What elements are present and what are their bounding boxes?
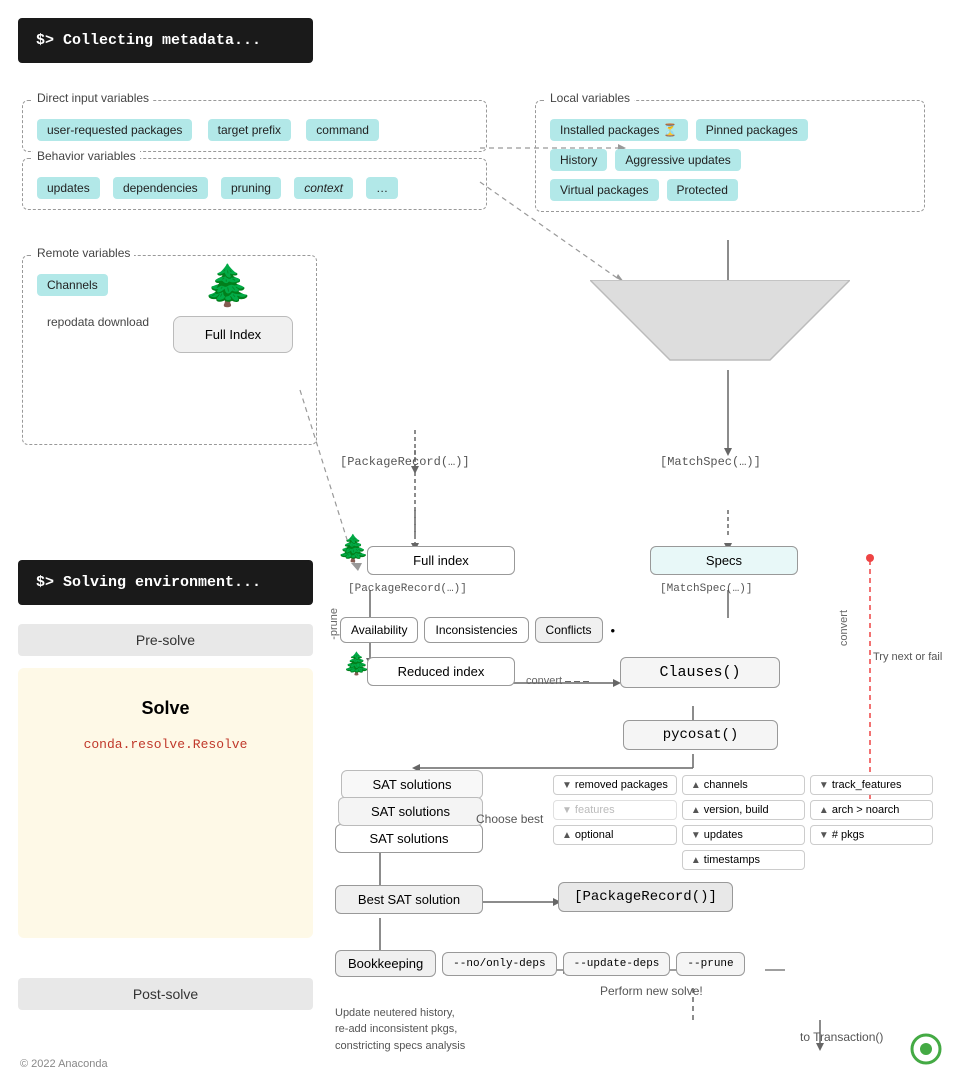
package-record-final-box: [PackageRecord()] [558,882,733,912]
chip-pruning: pruning [221,177,281,199]
sort-features[interactable]: ▼ features [553,800,677,820]
terminal-2: $> Solving environment... [18,560,313,605]
chip-virtual: Virtual packages [550,179,659,201]
funnel [590,280,850,380]
solve-code: conda.resolve.Resolve [38,737,293,752]
availability-box: Availability [340,617,418,643]
sort-channels[interactable]: ▲ channels [682,775,805,795]
try-next-label: Try next or fail [873,650,942,665]
tree-icon-remote: 🌲 [203,266,253,306]
chip-user-packages: user-requested packages [37,119,192,141]
inconsistencies-box: Inconsistencies [424,617,528,643]
pre-solve-box: Pre-solve [18,624,313,656]
remote-vars-label: Remote variables [33,246,134,260]
clauses-flow: Clauses() [620,657,780,688]
package-record-2: [PackageRecord(…)] [348,583,467,595]
chip-target-prefix: target prefix [208,119,291,141]
conflicts-dot: • [611,617,616,643]
filter-row: Availability Inconsistencies Conflicts • [340,617,615,643]
chip-dependencies: dependencies [113,177,208,199]
behavior-box: Behavior variables updates dependencies … [22,158,487,210]
pycosat-flow: pycosat() [623,720,778,750]
chip-command: command [306,119,379,141]
chip-channels: Channels [37,274,108,296]
specs-flow: Specs [650,546,798,575]
match-spec-2: [MatchSpec(…)] [660,583,752,595]
update-deps-box: --update-deps [563,952,671,976]
reduced-index-flow: Reduced index [367,657,515,686]
terminal-1: $> Collecting metadata... [18,18,313,63]
bookkeeping-row: Bookkeeping --no/only-deps --update-deps… [335,950,745,977]
direct-input-box: Direct input variables user-requested pa… [22,100,487,152]
direct-input-label: Direct input variables [33,91,153,105]
perform-solve-label: Perform new solve! [600,984,703,998]
best-sat-box: Best SAT solution [335,885,483,914]
sort-updates[interactable]: ▼ updates [682,825,805,845]
solve-title: Solve [38,698,293,719]
sort-track-features[interactable]: ▼ track_features [810,775,933,795]
chip-protected: Protected [667,179,738,201]
behavior-label: Behavior variables [33,149,140,163]
sort-num-pkgs[interactable]: ▼ # pkgs [810,825,933,845]
sort-removed-packages[interactable]: ▼ removed packages [553,775,677,795]
package-record-top: [PackageRecord(…)] [340,455,470,469]
chip-pinned: Pinned packages [696,119,808,141]
post-solve-box: Post-solve [18,978,313,1010]
choose-best-label: Choose best [476,812,543,826]
anaconda-logo [910,1033,942,1068]
chip-aggressive: Aggressive updates [615,149,740,171]
conflicts-box: Conflicts [535,617,603,643]
sat-solutions-area: SAT solutions SAT solutions SAT solution… [335,770,483,853]
tree-icon-solving: 🌲 [337,535,369,561]
to-transaction-label: to Transaction() [800,1030,883,1044]
sort-arch-noarch[interactable]: ▲ arch > noarch [810,800,933,820]
sort-version-build[interactable]: ▲ version, build [682,800,805,820]
bookkeeping-box: Bookkeeping [335,950,436,977]
chip-ellipsis: … [366,177,398,199]
solve-box: Solve conda.resolve.Resolve [18,668,313,938]
sort-chips-grid: ▼ removed packages ▲ channels ▼ track_fe… [553,775,933,870]
bookkeeping-desc: Update neutered history, re-add inconsis… [335,988,465,1054]
remote-vars-box: Remote variables Channels repodata downl… [22,255,317,445]
chip-context: context [294,177,353,199]
local-vars-box: Local variables Installed packages ⏳ Pin… [535,100,925,212]
full-index-box: Full Index [173,316,293,353]
copyright-text: © 2022 Anaconda [20,1058,108,1070]
sort-timestamps[interactable]: ▲ timestamps [682,850,805,870]
full-index-flow: Full index [367,546,515,575]
chip-installed: Installed packages ⏳ [550,119,688,141]
convert-label-right: convert [838,610,850,646]
convert-label: convert [526,675,589,687]
no-only-deps-box: --no/only-deps [442,952,556,976]
prune-label: -prune [328,608,340,640]
match-spec-top: [MatchSpec(…)] [660,455,761,469]
chip-history: History [550,149,607,171]
sort-optional[interactable]: ▲ optional [553,825,677,845]
prune-flag-box: --prune [676,952,744,976]
local-vars-label: Local variables [546,91,634,105]
chip-updates: updates [37,177,100,199]
